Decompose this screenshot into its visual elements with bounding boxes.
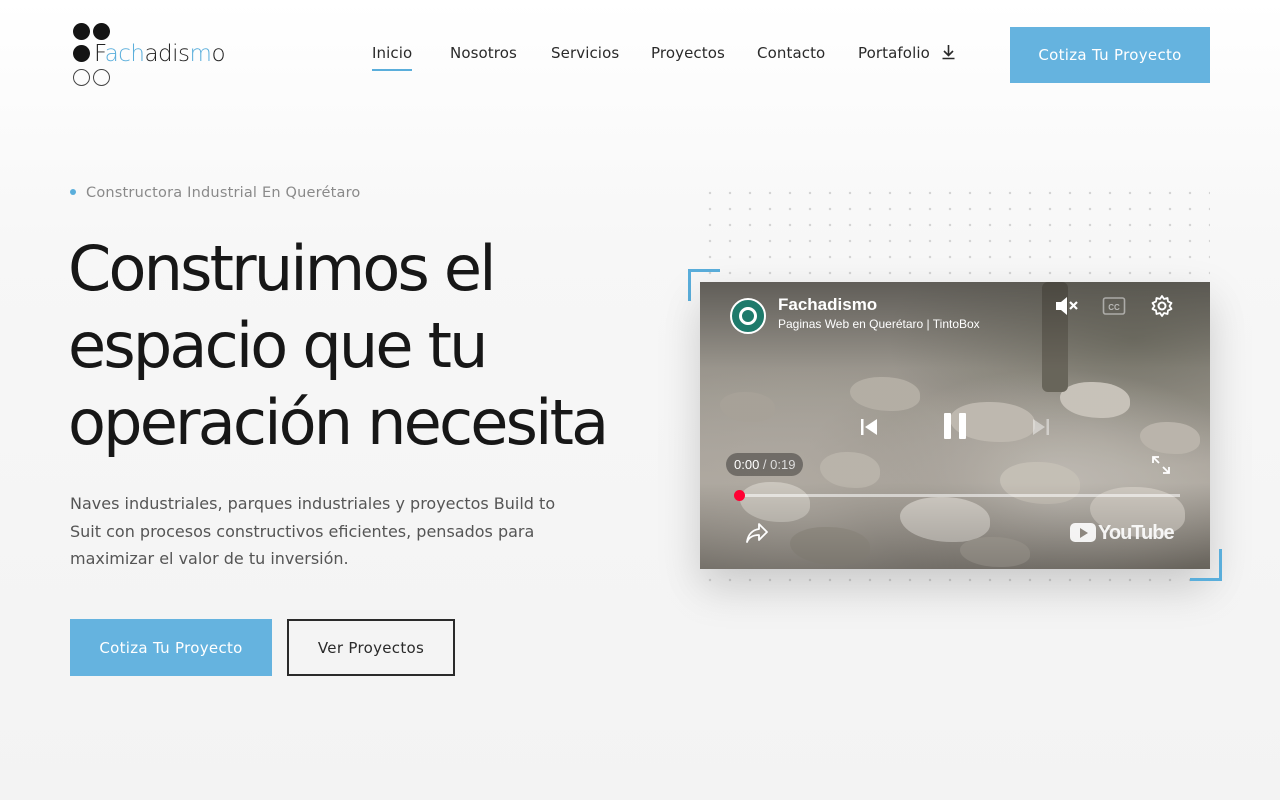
site-header: Fachadismo Inicio Nosotros Servicios Pro…: [0, 0, 1280, 110]
youtube-play-icon: [1070, 523, 1096, 542]
quote-project-button[interactable]: Cotiza Tu Proyecto: [70, 619, 272, 676]
youtube-logo[interactable]: YouTube: [1070, 522, 1175, 545]
download-icon: [942, 45, 955, 60]
next-icon[interactable]: [1030, 416, 1052, 438]
view-projects-button[interactable]: Ver Proyectos: [287, 619, 455, 676]
channel-name[interactable]: Fachadismo: [778, 295, 877, 315]
hero-title: Construimos el espacio que tu operación …: [68, 230, 668, 461]
decorative-corner-bottom-right: [1190, 549, 1222, 581]
decorative-dot-grid-bottom: [700, 572, 1210, 594]
youtube-video-player[interactable]: Fachadismo Paginas Web en Querétaro | Ti…: [700, 282, 1210, 569]
logo-letters-accent-2: m: [189, 41, 212, 67]
logo-dot: [93, 69, 110, 86]
logo-letter-last: o: [211, 41, 226, 67]
decorative-dot-grid: [700, 185, 1210, 285]
nav-item-contacto[interactable]: Contacto: [757, 44, 825, 62]
nav-item-servicios[interactable]: Servicios: [551, 44, 619, 62]
current-time: 0:00: [734, 457, 760, 472]
logo-letters: adis: [144, 41, 190, 67]
nav-item-nosotros[interactable]: Nosotros: [450, 44, 517, 62]
video-time-display: 0:00 / 0:19: [726, 453, 804, 476]
settings-gear-icon[interactable]: [1150, 294, 1174, 318]
video-title[interactable]: Paginas Web en Querétaro | TintoBox: [778, 317, 980, 331]
hero-eyebrow: Constructora Industrial En Querétaro: [70, 185, 361, 201]
nav-item-portafolio[interactable]: Portafolio: [858, 44, 956, 62]
hero-title-line: operación necesita: [68, 386, 609, 459]
logo-dot: [93, 23, 110, 40]
header-quote-button[interactable]: Cotiza Tu Proyecto: [1010, 27, 1210, 83]
hero-title-line: Construimos el: [68, 232, 496, 305]
hero-description: Naves industriales, parques industriales…: [70, 494, 556, 568]
fullscreen-icon[interactable]: [1150, 454, 1172, 476]
logo-wordmark: Fachadismo: [94, 41, 226, 67]
svg-text:CC: CC: [1108, 303, 1120, 312]
channel-avatar[interactable]: [730, 298, 766, 334]
hero-eyebrow-text: Constructora Industrial En Querétaro: [86, 185, 361, 201]
logo-dot: [73, 45, 90, 62]
logo-letters-accent: ach: [104, 41, 145, 67]
logo-dot: [73, 69, 90, 86]
time-separator: /: [759, 457, 771, 472]
bullet-dot: [70, 189, 76, 195]
volume-muted-icon[interactable]: [1054, 295, 1080, 317]
pause-icon[interactable]: [940, 410, 970, 442]
captions-icon[interactable]: CC: [1102, 296, 1126, 316]
video-progress-bar[interactable]: [734, 490, 1180, 501]
nav-item-inicio[interactable]: Inicio: [372, 44, 413, 71]
video-duration: 0:19: [770, 457, 796, 472]
nav-item-proyectos[interactable]: Proyectos: [651, 44, 725, 62]
share-icon[interactable]: [745, 522, 769, 544]
hero-title-line: espacio que tu: [68, 309, 488, 382]
previous-icon[interactable]: [858, 416, 880, 438]
logo-letter: F: [94, 41, 105, 67]
youtube-wordmark: YouTube: [1098, 522, 1175, 544]
nav-item-portafolio-label: Portafolio: [858, 44, 930, 62]
fachadismo-logo[interactable]: Fachadismo: [72, 22, 252, 88]
logo-dot: [73, 23, 90, 40]
